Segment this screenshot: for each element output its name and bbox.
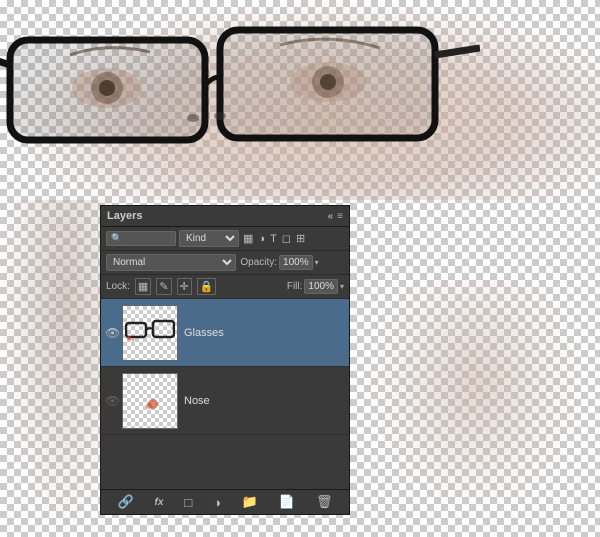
opacity-arrow[interactable]: ▾ — [315, 258, 319, 267]
fill-label: Fill: — [287, 281, 303, 292]
layer-item-nose[interactable]: 👁 Nose — [101, 367, 349, 435]
panel-collapse-arrows[interactable]: « — [328, 211, 334, 222]
blend-mode-row: Normal Opacity: 100% ▾ — [101, 251, 349, 275]
footer-adjustment-icon[interactable]: ◑ — [213, 495, 221, 510]
layer-thumbnail-nose — [122, 373, 178, 429]
opacity-value[interactable]: 100% — [279, 255, 313, 270]
fill-value[interactable]: 100% — [304, 279, 338, 294]
filter-row: 🔍 Kind ▦ ◑ T ◻ ⊞ — [101, 227, 349, 251]
glasses-thumb-icon — [125, 318, 175, 348]
layer-item-glasses[interactable]: 👁 Glasses — [101, 299, 349, 367]
filter-search-box[interactable]: 🔍 — [106, 231, 176, 246]
filter-pixel-icon[interactable]: ▦ — [242, 231, 254, 246]
blend-mode-select[interactable]: Normal — [106, 254, 236, 271]
footer-group-icon[interactable]: 📁 — [242, 494, 258, 510]
footer-new-layer-icon[interactable]: 📄 — [279, 494, 295, 510]
lock-position-icon[interactable]: ✛ — [177, 278, 192, 295]
filter-smartobj-icon[interactable]: ⊞ — [295, 231, 306, 246]
lock-row: Lock: ▦ ✎ ✛ 🔒 Fill: 100% ▾ — [101, 275, 349, 299]
filter-kind-select[interactable]: Kind — [179, 230, 239, 247]
panel-menu-icon[interactable]: ≡ — [337, 211, 343, 222]
layers-panel: Layers « ≡ 🔍 Kind ▦ ◑ T ◻ ⊞ Normal Opaci… — [100, 205, 350, 515]
lock-all-icon[interactable]: 🔒 — [197, 278, 217, 295]
fill-group: Fill: 100% ▾ — [287, 279, 344, 294]
fill-arrow[interactable]: ▾ — [340, 282, 344, 291]
opacity-label: Opacity: — [240, 257, 277, 268]
footer-fx-icon[interactable]: fx — [155, 497, 164, 508]
layer-name-nose: Nose — [184, 395, 345, 407]
lock-paint-icon[interactable]: ✎ — [156, 278, 171, 295]
opacity-group: Opacity: 100% ▾ — [240, 255, 344, 270]
lock-label: Lock: — [106, 281, 130, 292]
nose-thumb-icon — [135, 386, 165, 416]
search-icon: 🔍 — [111, 233, 122, 244]
lock-pixels-icon[interactable]: ▦ — [135, 278, 151, 295]
filter-adjustment-icon[interactable]: ◑ — [257, 232, 266, 246]
glasses-image — [0, 10, 480, 160]
layer-visibility-nose[interactable]: 👁 — [105, 394, 119, 408]
footer-link-icon[interactable]: 🔗 — [117, 494, 133, 510]
face-skin-lower-right — [350, 280, 600, 537]
layer-thumbnail-glasses — [122, 305, 178, 361]
panel-header: Layers « ≡ — [101, 206, 349, 227]
footer-delete-icon[interactable]: 🗑 — [316, 494, 333, 510]
footer-mask-icon[interactable]: □ — [184, 495, 192, 510]
filter-type-icon[interactable]: T — [269, 232, 278, 246]
panel-footer: 🔗 fx □ ◑ 📁 📄 🗑 — [101, 489, 349, 514]
layer-info-glasses: Glasses — [184, 327, 345, 339]
layer-visibility-glasses[interactable]: 👁 — [105, 326, 119, 340]
layers-list: 👁 Glasses — [101, 299, 349, 489]
layer-name-glasses: Glasses — [184, 327, 345, 339]
panel-title: Layers — [107, 210, 142, 222]
layer-info-nose: Nose — [184, 395, 345, 407]
filter-icons: ▦ ◑ T ◻ ⊞ — [242, 231, 306, 246]
filter-shape-icon[interactable]: ◻ — [281, 231, 292, 246]
